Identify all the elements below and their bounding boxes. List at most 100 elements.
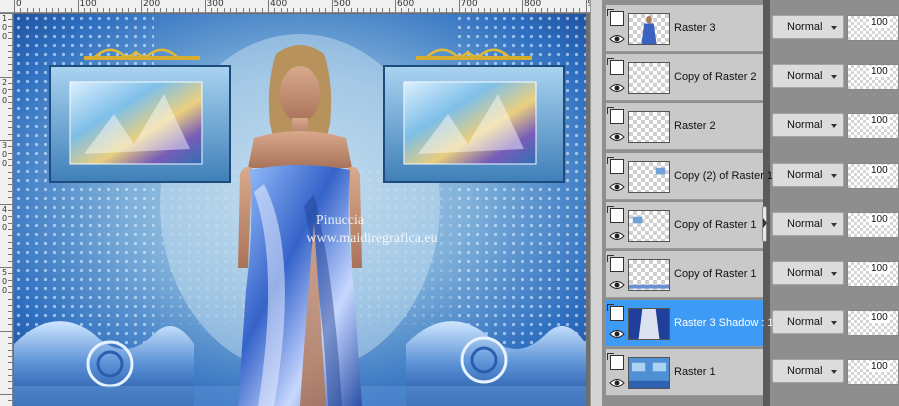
layer-entry[interactable]: Copy of Raster 1 (606, 201, 763, 249)
opacity-field[interactable]: 100 (847, 359, 899, 386)
layer-visibility-controls (607, 353, 628, 393)
opacity-field[interactable]: 100 (847, 162, 899, 189)
blend-mode-label: Normal (787, 217, 823, 230)
layer-thumbnail (628, 160, 670, 193)
blend-mode-dropdown[interactable]: Normal (772, 15, 844, 39)
ruler-minor-tick (496, 8, 498, 12)
blend-mode-dropdown[interactable]: Normal (772, 162, 844, 187)
ruler-minor-tick (217, 8, 219, 12)
ruler-tick (8, 197, 12, 199)
ruler-tick (204, 0, 206, 12)
opacity-field[interactable]: 100 (847, 261, 899, 287)
blend-mode-dropdown[interactable]: Normal (772, 310, 844, 335)
ruler-tick (0, 267, 12, 268)
layer-entry[interactable]: Copy of Raster 2 (606, 54, 763, 102)
opacity-field[interactable]: 100 (847, 64, 899, 91)
layer-entry[interactable]: Raster 2 (606, 103, 763, 151)
ruler-minor-tick (45, 8, 47, 12)
ruler-minor-tick (248, 8, 250, 12)
ruler-tick (14, 0, 15, 12)
ruler-minor-tick (350, 8, 352, 12)
chevron-down-icon (831, 124, 837, 129)
layer-entry[interactable]: Raster 3 (606, 5, 763, 52)
layer-name: Raster 1 (674, 366, 716, 379)
ruler-minor-tick (572, 8, 574, 12)
opacity-field[interactable]: 100 (847, 113, 899, 140)
layer-thumbnail (628, 13, 670, 45)
layer-name: Raster 3 Shadow : 1 (674, 317, 774, 330)
layer-entry[interactable]: Raster 3 Shadow : 1 (606, 300, 774, 348)
layer-name: Copy of Raster 1 (674, 268, 757, 280)
ruler-minor-tick (229, 8, 231, 12)
ruler-label: 0 (2, 150, 8, 160)
panel-divider[interactable] (590, 0, 602, 406)
ruler-tick (8, 190, 12, 192)
ruler-minor-tick (483, 8, 485, 12)
layer-row[interactable]: Copy of Raster 2 Normal 100 (602, 53, 899, 102)
collapse-handle[interactable] (762, 206, 767, 242)
ruler-minor-tick (20, 8, 22, 12)
ruler-tick (8, 387, 12, 389)
blend-mode-dropdown[interactable]: Normal (772, 113, 844, 138)
image-canvas[interactable]: Pinuccia www.maidiregrafica.eu (14, 14, 586, 406)
ruler-tick (8, 95, 12, 97)
ruler-minor-tick (160, 8, 162, 12)
ruler-minor-tick (198, 8, 200, 12)
blend-mode-dropdown[interactable]: Normal (772, 64, 844, 89)
watermark-url: www.maidiregrafica.eu (306, 231, 437, 246)
horizontal-ruler: 0100200300400500600700800900 (0, 0, 590, 13)
layer-type-icon (607, 107, 624, 125)
layer-name: Raster 3 (674, 22, 716, 34)
ruler-minor-tick (299, 8, 301, 12)
ruler-minor-tick (325, 8, 327, 12)
eye-icon[interactable] (609, 377, 625, 389)
layer-entry[interactable]: Copy (2) of Raster 1 (606, 152, 773, 200)
layer-entry[interactable]: Raster 1 (606, 349, 763, 397)
opacity-field[interactable]: 100 (847, 15, 899, 41)
ruler-minor-tick (121, 8, 123, 12)
ruler-minor-tick (337, 8, 339, 12)
layer-row[interactable]: Copy (2) of Raster 1 Normal 100 (602, 152, 899, 201)
blend-mode-dropdown[interactable]: Normal (772, 359, 844, 384)
layer-thumbnail (628, 259, 670, 291)
eye-icon[interactable] (609, 328, 625, 340)
eye-icon[interactable] (609, 230, 625, 242)
layer-row[interactable]: Raster 3 Normal 100 (602, 4, 899, 53)
eye-icon[interactable] (609, 279, 625, 291)
ruler-minor-tick (287, 8, 289, 12)
layer-row[interactable]: Copy of Raster 1 Normal 100 (602, 250, 899, 299)
chevron-down-icon (831, 26, 837, 30)
vertical-ruler: 100200300400500 (0, 13, 13, 406)
ruler-minor-tick (33, 8, 35, 12)
blend-mode-label: Normal (787, 365, 823, 378)
layer-row[interactable]: Raster 1 Normal 100 (602, 348, 899, 397)
eye-icon[interactable] (609, 131, 625, 143)
layer-row[interactable]: Raster 3 Shadow : 1 Normal 100 (602, 299, 899, 348)
ruler-minor-tick (566, 8, 568, 12)
ruler-minor-tick (223, 8, 225, 12)
canvas-area[interactable]: 0100200300400500600700800900 10020030040… (0, 0, 590, 406)
blend-mode-dropdown[interactable]: Normal (772, 261, 844, 285)
ruler-minor-tick (261, 8, 263, 12)
opacity-field[interactable]: 100 (847, 310, 899, 337)
eye-icon[interactable] (609, 33, 625, 45)
layer-row[interactable]: Raster 2 Normal 100 (602, 102, 899, 151)
ruler-label: 0 (2, 23, 8, 33)
ruler-tick (8, 101, 12, 103)
ruler-minor-tick (255, 8, 257, 12)
blend-mode-dropdown[interactable]: Normal (772, 211, 844, 236)
eye-icon[interactable] (609, 82, 625, 94)
ruler-tick (8, 171, 12, 173)
layer-row[interactable]: Copy of Raster 1 Normal 100 (602, 201, 899, 250)
ruler-minor-tick (172, 8, 174, 12)
ruler-minor-tick (83, 8, 85, 12)
ruler-minor-tick (407, 8, 409, 12)
ruler-tick (8, 38, 12, 40)
ruler-label: 500 (333, 0, 351, 9)
ruler-minor-tick (128, 8, 130, 12)
eye-icon[interactable] (609, 181, 625, 193)
opacity-field[interactable]: 100 (847, 211, 899, 238)
chevron-down-icon (831, 272, 837, 276)
ruler-tick (8, 228, 12, 230)
layer-entry[interactable]: Copy of Raster 1 (606, 251, 763, 298)
